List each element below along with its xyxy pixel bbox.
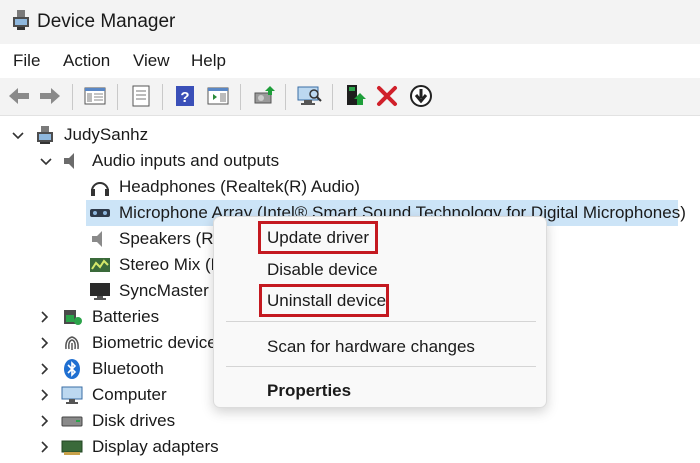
context-menu: Update driver Disable device Uninstall d… — [213, 216, 547, 408]
tree-root-label: JudySanhz — [64, 125, 149, 144]
chevron-down-icon[interactable] — [40, 155, 52, 167]
battery-icon — [64, 310, 82, 325]
toolbar-separator — [285, 84, 286, 110]
chevron-right-icon[interactable] — [38, 441, 50, 453]
update-driver-icon — [254, 86, 275, 104]
tree-category-label: Audio inputs and outputs — [92, 151, 280, 170]
tree-device-label: Speakers (Re — [119, 229, 223, 248]
chevron-right-icon[interactable] — [38, 415, 50, 427]
properties-button[interactable] — [128, 83, 154, 109]
svg-text:?: ? — [180, 89, 189, 106]
disable-device-icon — [410, 85, 432, 107]
fingerprint-icon — [65, 336, 79, 350]
title-bar: Device Manager — [0, 0, 700, 44]
menu-help[interactable]: Help — [191, 51, 226, 71]
menu-separator — [226, 366, 536, 367]
help-icon: ? — [176, 86, 194, 106]
bluetooth-icon — [64, 359, 80, 379]
tree-category-label: Computer — [92, 385, 167, 404]
tree-category-label: Bluetooth — [92, 359, 164, 378]
disable-device-button[interactable] — [408, 83, 434, 109]
chevron-right-icon[interactable] — [38, 311, 50, 323]
menu-properties[interactable]: Properties — [267, 381, 351, 401]
menu-disable-device[interactable]: Disable device — [267, 260, 378, 280]
toolbar-separator — [240, 84, 241, 110]
device-manager-app-icon — [13, 10, 29, 30]
update-driver-toolbar-button[interactable] — [251, 83, 277, 109]
tree-category-label: Disk drives — [92, 411, 176, 430]
menu-file[interactable]: File — [13, 51, 40, 71]
scan-hardware-icon — [297, 86, 322, 105]
toolbar-separator — [72, 84, 73, 110]
action-pane-icon — [207, 87, 229, 105]
back-arrow-icon — [9, 88, 29, 104]
update-driver-highlight-box — [258, 221, 378, 254]
chevron-right-icon[interactable] — [38, 389, 50, 401]
tree-device-headphones[interactable]: Headphones (Realtek(R) Audio) — [0, 174, 700, 200]
help-button[interactable]: ? — [172, 83, 198, 109]
tree-device-label: SyncMaster ( — [119, 281, 220, 300]
speaker-icon — [92, 231, 102, 247]
tree-category-disk-drives[interactable]: Disk drives — [0, 408, 700, 434]
tree-root-row[interactable]: JudySanhz — [0, 122, 700, 148]
tree-category-audio[interactable]: Audio inputs and outputs — [0, 148, 700, 174]
monitor-icon — [90, 283, 110, 300]
forward-button[interactable] — [37, 83, 63, 109]
menu-action[interactable]: Action — [63, 51, 110, 71]
computer-icon — [61, 386, 83, 404]
headphones-icon — [91, 182, 109, 196]
microphone-array-icon — [90, 209, 110, 217]
tree-device-label: Headphones (Realtek(R) Audio) — [119, 177, 360, 196]
window-title: Device Manager — [37, 11, 176, 32]
menu-view[interactable]: View — [133, 51, 170, 71]
uninstall-icon — [377, 86, 397, 106]
tree-category-display-adapters[interactable]: Display adapters — [0, 434, 700, 460]
disk-drive-icon — [61, 416, 83, 427]
tree-category-label: Batteries — [92, 307, 160, 326]
toolbar: ? — [0, 78, 700, 116]
properties-icon — [132, 85, 150, 107]
tree-category-label: Display adapters — [92, 437, 219, 456]
enable-device-button[interactable] — [342, 83, 368, 109]
chevron-right-icon[interactable] — [38, 337, 50, 349]
uninstall-device-highlight-box — [259, 284, 389, 317]
menu-scan-hardware[interactable]: Scan for hardware changes — [267, 337, 475, 357]
show-hide-console-tree-icon — [84, 87, 106, 105]
menu-separator — [226, 321, 536, 322]
back-button[interactable] — [6, 83, 32, 109]
menu-bar: File Action View Help — [0, 44, 700, 78]
forward-arrow-icon — [40, 88, 60, 104]
chevron-down-icon[interactable] — [12, 129, 24, 141]
tree-category-label: Biometric device — [92, 333, 217, 352]
computer-root-icon — [37, 126, 53, 144]
toolbar-separator — [117, 84, 118, 110]
chevron-right-icon[interactable] — [38, 363, 50, 375]
show-hide-tree-button[interactable] — [82, 83, 108, 109]
toolbar-separator — [162, 84, 163, 110]
uninstall-device-button[interactable] — [374, 83, 400, 109]
scan-hardware-button[interactable] — [296, 83, 322, 109]
speaker-icon — [64, 153, 74, 169]
toolbar-separator — [332, 84, 333, 110]
enable-device-icon — [347, 85, 366, 105]
stereo-mix-icon — [90, 258, 110, 272]
display-adapter-icon — [61, 440, 83, 455]
action-pane-button[interactable] — [205, 83, 231, 109]
tree-device-label: Stereo Mix (R — [119, 255, 223, 274]
